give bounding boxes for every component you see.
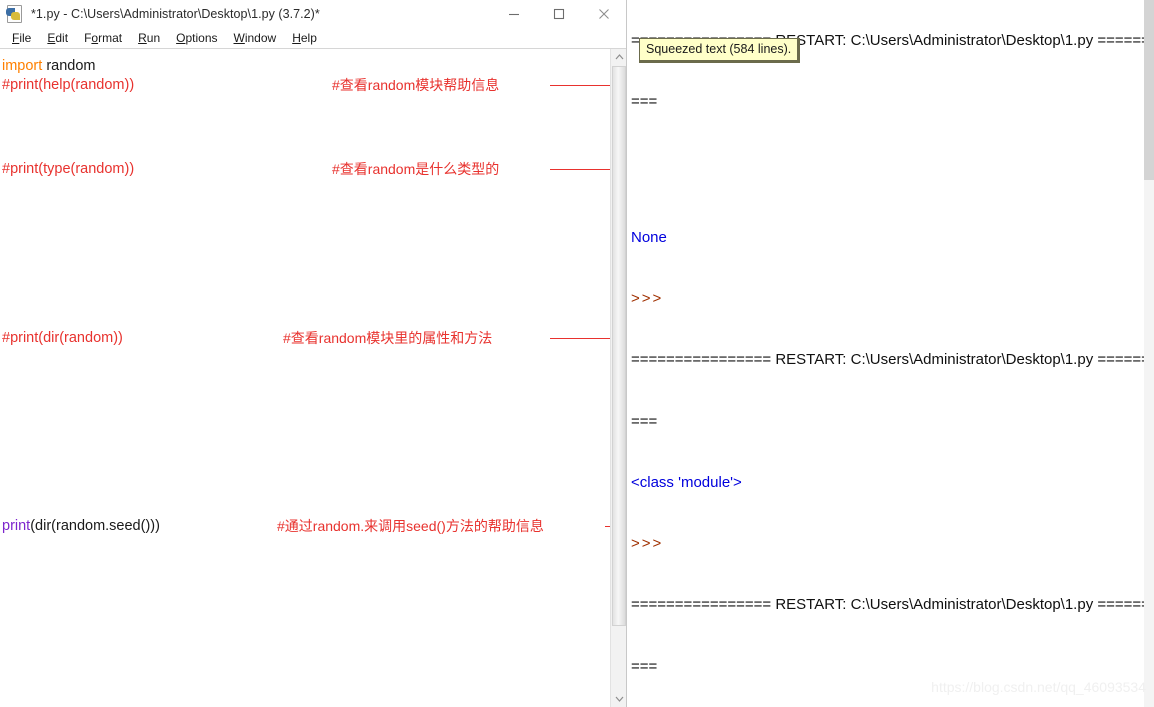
code-line-print-help: #print(help(random)) (2, 77, 135, 93)
editor-menubar: File Edit Format Run Options Window Help (0, 28, 626, 49)
close-icon[interactable] (581, 0, 626, 28)
shell-line-9: ================ RESTART: C:\Users\Admin… (631, 596, 1154, 614)
chevron-down-icon[interactable] (611, 691, 626, 707)
maximize-icon[interactable] (536, 0, 581, 28)
code-keyword-import: import (2, 58, 43, 74)
shell-line-3: None (631, 229, 667, 247)
code-function-print: print (2, 518, 31, 534)
window-title: *1.py - C:\Users\Administrator\Desktop\1… (31, 7, 320, 21)
menu-window[interactable]: Window (226, 29, 285, 47)
code-args-dir-seed: (dir(random.seed())) (30, 518, 160, 534)
menu-run[interactable]: Run (130, 29, 168, 47)
code-module-random: random (42, 58, 96, 74)
annotation-type: #查看random是什么类型的 (332, 161, 500, 177)
idle-editor-window: *1.py - C:\Users\Administrator\Desktop\1… (0, 0, 627, 707)
code-editor-surface[interactable]: import random #print(help(random)) #prin… (0, 49, 610, 707)
shell-line-6: === (631, 412, 658, 430)
menu-edit[interactable]: Edit (39, 29, 76, 47)
leader-line-help (550, 85, 610, 86)
leader-line-type (550, 169, 610, 170)
shell-line-4: >>> (631, 290, 664, 308)
annotation-seed: #通过random.来调用seed()方法的帮助信息 (277, 518, 544, 534)
shell-line-7: <class 'module'> (631, 473, 742, 491)
shell-scrollbar-thumb[interactable] (1144, 0, 1154, 180)
app-root: *1.py - C:\Users\Administrator\Desktop\1… (0, 0, 1154, 707)
idle-shell-window[interactable]: ================ RESTART: C:\Users\Admin… (627, 0, 1154, 707)
editor-vertical-scrollbar[interactable] (610, 49, 626, 707)
shell-line-10: === (631, 657, 658, 675)
menu-options[interactable]: Options (168, 29, 225, 47)
editor-scrollbar-thumb[interactable] (612, 66, 626, 626)
watermark-text: https://blog.csdn.net/qq_46093534 (931, 679, 1146, 695)
code-line-import: import random (2, 57, 96, 76)
chevron-up-icon[interactable] (611, 49, 626, 65)
minimize-icon[interactable] (491, 0, 536, 28)
menu-help[interactable]: Help (284, 29, 325, 47)
shell-line-2 (631, 153, 1154, 187)
menu-file[interactable]: File (4, 29, 39, 47)
shell-vertical-scrollbar[interactable] (1144, 0, 1154, 707)
shell-output[interactable]: ================ RESTART: C:\Users\Admin… (631, 0, 1154, 707)
shell-line-5: ================ RESTART: C:\Users\Admin… (631, 351, 1154, 369)
annotation-dir: #查看random模块里的属性和方法 (283, 330, 493, 346)
python-idle-icon (5, 4, 25, 24)
code-line-print-dir-seed: print(dir(random.seed())) (2, 517, 160, 536)
editor-titlebar[interactable]: *1.py - C:\Users\Administrator\Desktop\1… (0, 0, 626, 28)
menu-format[interactable]: Format (76, 29, 130, 47)
leader-line-dir (550, 338, 610, 339)
window-controls (491, 0, 626, 28)
shell-line-1: === (631, 93, 658, 111)
squeezed-text-button[interactable]: Squeezed text (584 lines). (639, 38, 801, 63)
shell-line-8: >>> (631, 535, 664, 553)
code-line-print-type: #print(type(random)) (2, 161, 135, 177)
annotation-help: #查看random模块帮助信息 (332, 77, 500, 93)
code-line-print-dir: #print(dir(random)) (2, 330, 123, 346)
